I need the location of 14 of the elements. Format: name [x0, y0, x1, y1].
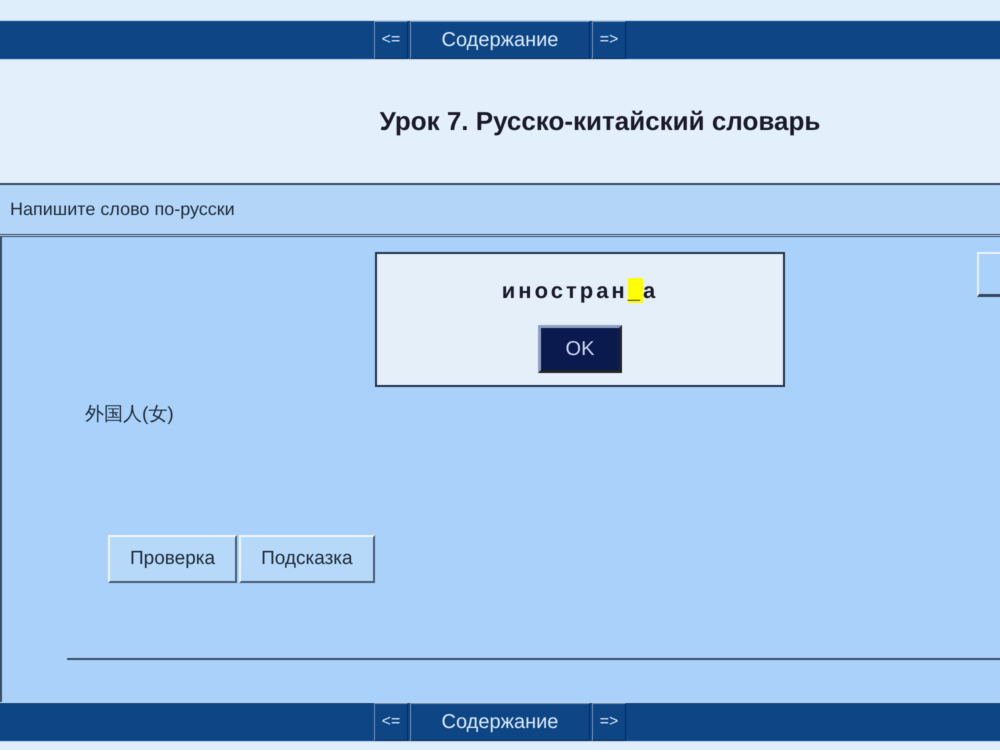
check-button[interactable]: Проверка: [108, 535, 238, 583]
contents-button[interactable]: Содержание: [410, 21, 590, 59]
ok-button[interactable]: OK: [538, 325, 622, 373]
page-title: Урок 7. Русско-китайский словарь: [380, 106, 820, 138]
next-button[interactable]: =>: [592, 703, 626, 741]
prev-button[interactable]: <=: [374, 21, 408, 59]
chinese-word: 外国人(女): [85, 403, 174, 427]
hint-button[interactable]: Подсказка: [239, 535, 375, 583]
dialog-word: иностран_а: [502, 277, 658, 305]
contents-button[interactable]: Содержание: [410, 703, 590, 741]
prev-button[interactable]: <=: [374, 703, 408, 741]
side-panel: [977, 252, 1000, 297]
instruction-text: Напишите слово по-русски: [10, 198, 235, 221]
next-button[interactable]: =>: [592, 21, 626, 59]
